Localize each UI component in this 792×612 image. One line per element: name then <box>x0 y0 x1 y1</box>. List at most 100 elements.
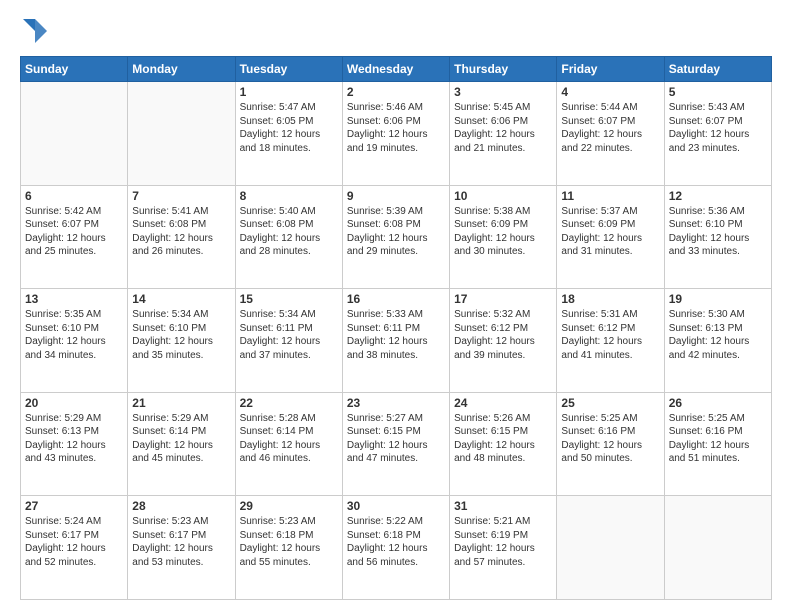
header <box>20 16 772 46</box>
day-number: 23 <box>347 396 445 410</box>
day-number: 29 <box>240 499 338 513</box>
weekday-header-sunday: Sunday <box>21 57 128 82</box>
weekday-header-row: SundayMondayTuesdayWednesdayThursdayFrid… <box>21 57 772 82</box>
day-cell: 21 Sunrise: 5:29 AM Sunset: 6:14 PM Dayli… <box>128 392 235 496</box>
day-number: 26 <box>669 396 767 410</box>
day-info: Sunrise: 5:29 AM Sunset: 6:13 PM Dayligh… <box>25 412 123 466</box>
day-cell: 8 Sunrise: 5:40 AM Sunset: 6:08 PM Daylig… <box>235 185 342 289</box>
day-number: 17 <box>454 292 552 306</box>
day-number: 21 <box>132 396 230 410</box>
day-cell <box>664 496 771 600</box>
day-info: Sunrise: 5:43 AM Sunset: 6:07 PM Dayligh… <box>669 101 767 155</box>
day-number: 5 <box>669 85 767 99</box>
day-info: Sunrise: 5:40 AM Sunset: 6:08 PM Dayligh… <box>240 205 338 259</box>
day-cell: 10 Sunrise: 5:38 AM Sunset: 6:09 PM Dayli… <box>450 185 557 289</box>
week-row-2: 6 Sunrise: 5:42 AM Sunset: 6:07 PM Daylig… <box>21 185 772 289</box>
day-cell: 25 Sunrise: 5:25 AM Sunset: 6:16 PM Dayli… <box>557 392 664 496</box>
day-number: 8 <box>240 189 338 203</box>
day-cell: 7 Sunrise: 5:41 AM Sunset: 6:08 PM Daylig… <box>128 185 235 289</box>
day-number: 3 <box>454 85 552 99</box>
day-info: Sunrise: 5:21 AM Sunset: 6:19 PM Dayligh… <box>454 515 552 569</box>
day-info: Sunrise: 5:37 AM Sunset: 6:09 PM Dayligh… <box>561 205 659 259</box>
week-row-3: 13Sunrise: 5:35 AM Sunset: 6:10 PM Dayli… <box>21 289 772 393</box>
day-cell: 24 Sunrise: 5:26 AM Sunset: 6:15 PM Dayli… <box>450 392 557 496</box>
day-cell: 15Sunrise: 5:34 AM Sunset: 6:11 PM Dayli… <box>235 289 342 393</box>
day-info: Sunrise: 5:38 AM Sunset: 6:09 PM Dayligh… <box>454 205 552 259</box>
day-info: Sunrise: 5:25 AM Sunset: 6:16 PM Dayligh… <box>561 412 659 466</box>
day-cell: 18Sunrise: 5:31 AM Sunset: 6:12 PM Dayli… <box>557 289 664 393</box>
day-cell: 31 Sunrise: 5:21 AM Sunset: 6:19 PM Dayli… <box>450 496 557 600</box>
day-cell: 16Sunrise: 5:33 AM Sunset: 6:11 PM Dayli… <box>342 289 449 393</box>
logo <box>20 16 54 46</box>
day-cell: 27 Sunrise: 5:24 AM Sunset: 6:17 PM Dayli… <box>21 496 128 600</box>
day-cell: 1Sunrise: 5:47 AM Sunset: 6:05 PM Daylig… <box>235 82 342 186</box>
day-number: 12 <box>669 189 767 203</box>
day-info: Sunrise: 5:23 AM Sunset: 6:17 PM Dayligh… <box>132 515 230 569</box>
day-cell: 29 Sunrise: 5:23 AM Sunset: 6:18 PM Dayli… <box>235 496 342 600</box>
day-info: Sunrise: 5:45 AM Sunset: 6:06 PM Dayligh… <box>454 101 552 155</box>
day-info: Sunrise: 5:42 AM Sunset: 6:07 PM Dayligh… <box>25 205 123 259</box>
day-info: Sunrise: 5:28 AM Sunset: 6:14 PM Dayligh… <box>240 412 338 466</box>
day-cell: 9 Sunrise: 5:39 AM Sunset: 6:08 PM Daylig… <box>342 185 449 289</box>
day-cell: 22 Sunrise: 5:28 AM Sunset: 6:14 PM Dayli… <box>235 392 342 496</box>
day-info: Sunrise: 5:46 AM Sunset: 6:06 PM Dayligh… <box>347 101 445 155</box>
day-info: Sunrise: 5:22 AM Sunset: 6:18 PM Dayligh… <box>347 515 445 569</box>
day-cell: 12 Sunrise: 5:36 AM Sunset: 6:10 PM Dayli… <box>664 185 771 289</box>
day-info: Sunrise: 5:44 AM Sunset: 6:07 PM Dayligh… <box>561 101 659 155</box>
weekday-header-wednesday: Wednesday <box>342 57 449 82</box>
day-info: Sunrise: 5:27 AM Sunset: 6:15 PM Dayligh… <box>347 412 445 466</box>
day-number: 14 <box>132 292 230 306</box>
day-cell <box>128 82 235 186</box>
day-cell: 3 Sunrise: 5:45 AM Sunset: 6:06 PM Daylig… <box>450 82 557 186</box>
weekday-header-saturday: Saturday <box>664 57 771 82</box>
day-info: Sunrise: 5:34 AM Sunset: 6:11 PM Dayligh… <box>240 308 338 362</box>
day-info: Sunrise: 5:23 AM Sunset: 6:18 PM Dayligh… <box>240 515 338 569</box>
day-cell: 26 Sunrise: 5:25 AM Sunset: 6:16 PM Dayli… <box>664 392 771 496</box>
day-number: 13 <box>25 292 123 306</box>
day-number: 22 <box>240 396 338 410</box>
day-cell: 20Sunrise: 5:29 AM Sunset: 6:13 PM Dayli… <box>21 392 128 496</box>
day-cell: 17 Sunrise: 5:32 AM Sunset: 6:12 PM Dayli… <box>450 289 557 393</box>
day-number: 6 <box>25 189 123 203</box>
day-info: Sunrise: 5:32 AM Sunset: 6:12 PM Dayligh… <box>454 308 552 362</box>
weekday-header-friday: Friday <box>557 57 664 82</box>
day-number: 25 <box>561 396 659 410</box>
day-info: Sunrise: 5:39 AM Sunset: 6:08 PM Dayligh… <box>347 205 445 259</box>
day-number: 24 <box>454 396 552 410</box>
day-number: 16 <box>347 292 445 306</box>
day-number: 27 <box>25 499 123 513</box>
weekday-header-tuesday: Tuesday <box>235 57 342 82</box>
day-number: 10 <box>454 189 552 203</box>
day-cell: 5 Sunrise: 5:43 AM Sunset: 6:07 PM Daylig… <box>664 82 771 186</box>
day-info: Sunrise: 5:36 AM Sunset: 6:10 PM Dayligh… <box>669 205 767 259</box>
day-number: 19 <box>669 292 767 306</box>
day-number: 7 <box>132 189 230 203</box>
day-number: 11 <box>561 189 659 203</box>
day-info: Sunrise: 5:29 AM Sunset: 6:14 PM Dayligh… <box>132 412 230 466</box>
day-number: 31 <box>454 499 552 513</box>
week-row-5: 27 Sunrise: 5:24 AM Sunset: 6:17 PM Dayli… <box>21 496 772 600</box>
day-number: 9 <box>347 189 445 203</box>
day-number: 1 <box>240 85 338 99</box>
day-cell: 19Sunrise: 5:30 AM Sunset: 6:13 PM Dayli… <box>664 289 771 393</box>
day-info: Sunrise: 5:25 AM Sunset: 6:16 PM Dayligh… <box>669 412 767 466</box>
weekday-header-thursday: Thursday <box>450 57 557 82</box>
day-cell: 13Sunrise: 5:35 AM Sunset: 6:10 PM Dayli… <box>21 289 128 393</box>
day-cell <box>21 82 128 186</box>
day-cell: 23 Sunrise: 5:27 AM Sunset: 6:15 PM Dayli… <box>342 392 449 496</box>
logo-icon <box>20 16 50 46</box>
page: SundayMondayTuesdayWednesdayThursdayFrid… <box>0 0 792 612</box>
day-cell <box>557 496 664 600</box>
day-cell: 30 Sunrise: 5:22 AM Sunset: 6:18 PM Dayli… <box>342 496 449 600</box>
day-number: 30 <box>347 499 445 513</box>
week-row-1: 1Sunrise: 5:47 AM Sunset: 6:05 PM Daylig… <box>21 82 772 186</box>
day-info: Sunrise: 5:24 AM Sunset: 6:17 PM Dayligh… <box>25 515 123 569</box>
day-cell: 4Sunrise: 5:44 AM Sunset: 6:07 PM Daylig… <box>557 82 664 186</box>
day-info: Sunrise: 5:41 AM Sunset: 6:08 PM Dayligh… <box>132 205 230 259</box>
day-info: Sunrise: 5:26 AM Sunset: 6:15 PM Dayligh… <box>454 412 552 466</box>
day-info: Sunrise: 5:34 AM Sunset: 6:10 PM Dayligh… <box>132 308 230 362</box>
weekday-header-monday: Monday <box>128 57 235 82</box>
day-number: 18 <box>561 292 659 306</box>
day-cell: 6 Sunrise: 5:42 AM Sunset: 6:07 PM Daylig… <box>21 185 128 289</box>
day-cell: 14 Sunrise: 5:34 AM Sunset: 6:10 PM Dayli… <box>128 289 235 393</box>
